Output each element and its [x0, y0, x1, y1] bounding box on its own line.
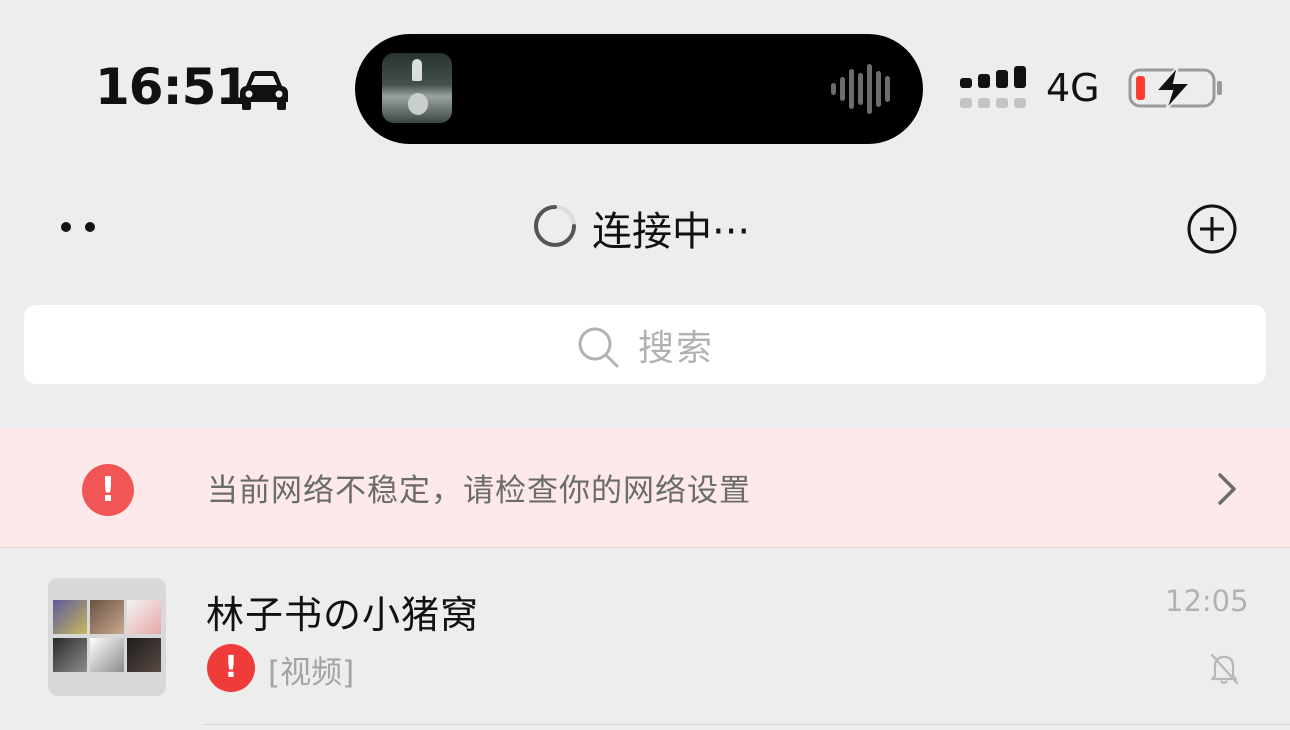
more-icon[interactable]	[58, 219, 98, 235]
search-bar[interactable]: 搜索	[24, 305, 1266, 384]
send-failed-icon: !	[207, 644, 255, 692]
dynamic-island[interactable]	[355, 34, 923, 144]
alert-icon: !	[82, 464, 134, 516]
signal-icon	[960, 66, 1026, 108]
audio-waveform-icon	[831, 64, 890, 114]
network-type: 4G	[1046, 66, 1100, 110]
group-avatar	[48, 578, 166, 696]
chat-name: 林子书の小猪窝	[206, 593, 480, 637]
status-time: 16:51	[95, 58, 250, 116]
alert-message: 当前网络不稳定，请检查你的网络设置	[207, 473, 751, 509]
loading-spinner-icon	[534, 205, 576, 247]
car-icon	[240, 71, 288, 110]
chat-list-item[interactable]: 林子书の小猪窝 12:05 ! [视频]	[0, 548, 1290, 730]
row-divider	[203, 724, 1290, 725]
network-alert-banner[interactable]: ! 当前网络不稳定，请检查你的网络设置	[0, 429, 1290, 548]
chat-preview: [视频]	[268, 655, 355, 691]
add-icon[interactable]	[1186, 203, 1238, 255]
search-icon	[578, 327, 619, 367]
search-placeholder: 搜索	[637, 327, 714, 369]
now-playing-artwork[interactable]	[382, 53, 452, 123]
battery-charging-icon	[1128, 66, 1222, 110]
page-title: 连接中···	[592, 209, 751, 255]
chevron-right-icon	[1218, 473, 1236, 505]
muted-bell-icon	[1210, 653, 1239, 685]
chat-time: 12:05	[1165, 584, 1249, 618]
